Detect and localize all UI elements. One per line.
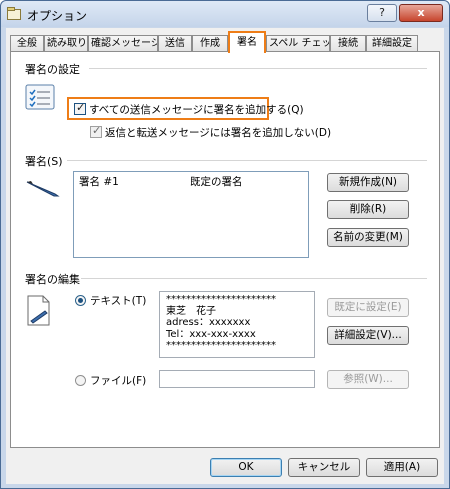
signature-default-label: 既定の署名 — [190, 176, 243, 188]
check-icon: ✓ — [92, 124, 102, 137]
apply-button[interactable]: 適用(A) — [366, 458, 438, 477]
file-radio-label[interactable]: ファイル(F) — [90, 373, 146, 388]
settings-section-title: 署名の設定 — [25, 63, 80, 76]
radio-selected-dot — [78, 298, 83, 303]
text-radio[interactable] — [75, 295, 86, 306]
text-line: Tel：xxx-xxx-xxxx — [166, 328, 256, 340]
text-line: 東芝 花子 — [166, 305, 216, 317]
signatures-panel: 署名の設定 ✓ すべての送信メッセージに署名を追加する(Q) ✓ 返信と転送メッ… — [10, 51, 440, 448]
text-radio-label[interactable]: テキスト(T) — [90, 293, 146, 308]
signature-text-area[interactable]: ********************** 東芝 花子 adress：xxxxxx… — [159, 291, 315, 358]
signed-document-icon — [27, 295, 50, 326]
tab-spelling[interactable]: スペル チェック — [266, 35, 330, 52]
delete-signature-button[interactable]: 削除(R) — [327, 200, 409, 219]
pen-icon — [26, 181, 60, 197]
signature-list-item-name[interactable]: 署名 #1 — [79, 174, 119, 189]
add-signature-checkbox[interactable]: ✓ — [74, 101, 86, 115]
add-signature-label[interactable]: すべての送信メッセージに署名を追加する(Q) — [89, 102, 304, 117]
edit-divider — [81, 278, 427, 279]
dialog-body: 全般 読み取り 確認メッセージ 送信 作成 署名 スペル チェック 接続 詳細設… — [6, 28, 444, 484]
tab-signatures[interactable]: 署名 — [228, 31, 266, 53]
close-button[interactable]: x — [399, 4, 443, 22]
options-dialog: オプション ? x 全般 読み取り 確認メッセージ 送信 作成 署名 スペル チ… — [0, 0, 450, 489]
ok-button[interactable]: OK — [210, 458, 282, 477]
tab-send[interactable]: 送信 — [158, 35, 192, 52]
file-radio[interactable] — [75, 375, 86, 386]
tab-connection[interactable]: 接続 — [330, 35, 366, 52]
text-line: ********************** — [166, 294, 276, 305]
signature-divider — [67, 160, 427, 161]
tab-receipts[interactable]: 確認メッセージ — [88, 35, 158, 52]
rename-signature-button[interactable]: 名前の変更(M) — [327, 228, 409, 247]
settings-divider — [89, 68, 427, 69]
signature-list[interactable]: 署名 #1 既定の署名 — [73, 171, 309, 258]
advanced-settings-button[interactable]: 詳細設定(V)... — [327, 326, 409, 345]
title-bar[interactable]: オプション ? x — [1, 1, 449, 27]
file-path-input[interactable] — [159, 370, 315, 388]
cancel-button[interactable]: キャンセル — [288, 458, 360, 477]
edit-section-title: 署名の編集 — [25, 273, 80, 286]
text-line: adress：xxxxxxx — [166, 317, 251, 328]
no-reply-signature-label[interactable]: 返信と転送メッセージには署名を追加しない(D) — [105, 125, 331, 140]
text-line: ********************** — [166, 340, 276, 351]
signature-section-title: 署名(S) — [25, 155, 63, 168]
browse-button[interactable]: 参照(W)... — [327, 370, 409, 389]
help-button[interactable]: ? — [367, 4, 397, 22]
no-reply-signature-checkbox[interactable]: ✓ — [90, 124, 102, 138]
tab-strip: 全般 読み取り 確認メッセージ 送信 作成 署名 スペル チェック 接続 詳細設… — [10, 31, 442, 53]
set-default-button[interactable]: 既定に設定(E) — [327, 298, 409, 317]
tab-compose[interactable]: 作成 — [192, 35, 228, 52]
check-icon: ✓ — [76, 101, 86, 114]
tab-advanced[interactable]: 詳細設定 — [366, 35, 418, 52]
tab-read[interactable]: 読み取り — [44, 35, 88, 52]
new-signature-button[interactable]: 新規作成(N) — [327, 173, 409, 192]
signature-settings-icon — [25, 84, 55, 110]
window-title: オプション — [27, 9, 88, 23]
options-app-icon — [7, 7, 21, 20]
tab-general[interactable]: 全般 — [10, 35, 44, 52]
